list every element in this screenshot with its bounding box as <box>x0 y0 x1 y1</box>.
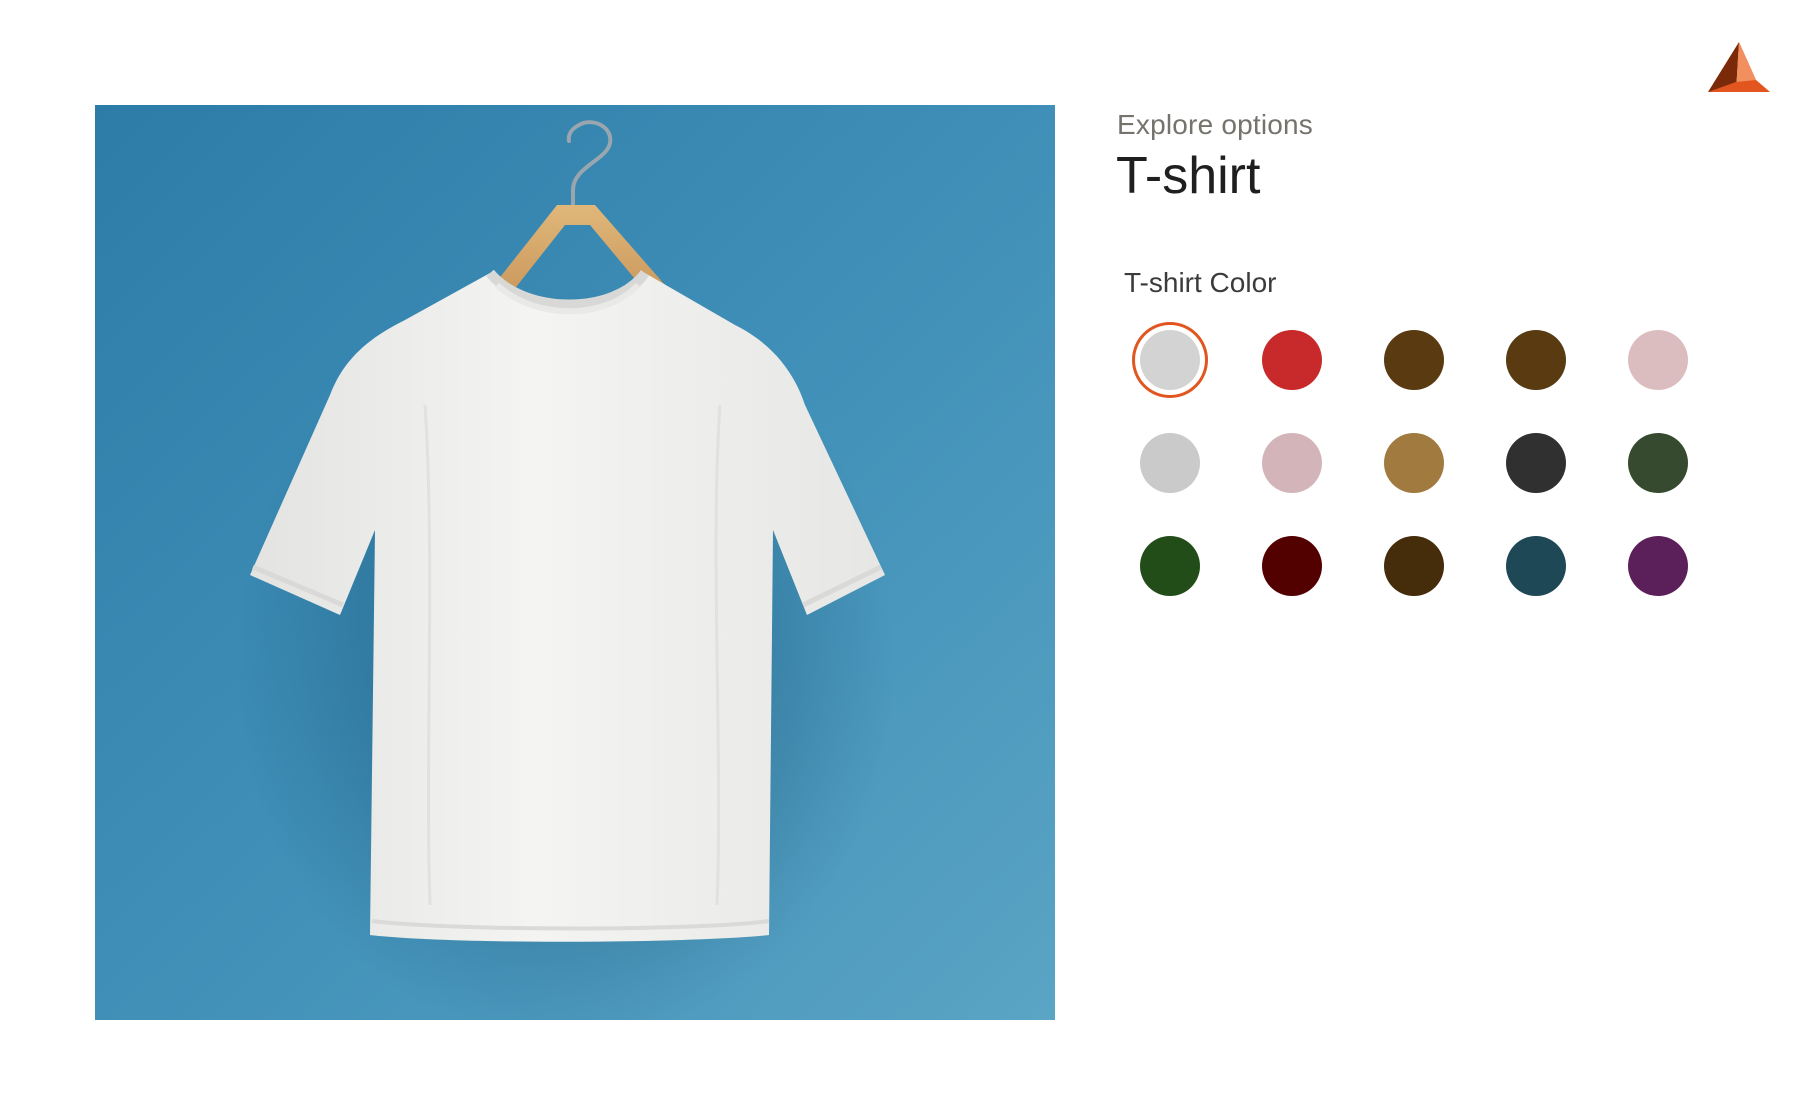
color-swatch[interactable] <box>1506 330 1566 390</box>
color-swatch[interactable] <box>1384 433 1444 493</box>
color-swatch[interactable] <box>1628 536 1688 596</box>
brand-logo <box>1708 40 1770 94</box>
tshirt-color-label: T-shirt Color <box>1124 267 1277 298</box>
color-swatch[interactable] <box>1506 433 1566 493</box>
color-swatch[interactable] <box>1262 536 1322 596</box>
color-swatch[interactable] <box>1140 433 1200 493</box>
color-swatch[interactable] <box>1140 330 1200 390</box>
product-image <box>95 105 1055 1020</box>
explore-options-label: Explore options <box>1117 109 1314 140</box>
color-swatch[interactable] <box>1384 536 1444 596</box>
color-swatch[interactable] <box>1628 433 1688 493</box>
pyramid-logo-icon <box>1708 42 1770 92</box>
color-swatch[interactable] <box>1506 536 1566 596</box>
color-swatch[interactable] <box>1262 433 1322 493</box>
page-title: T-shirt <box>1116 147 1261 205</box>
color-swatch[interactable] <box>1262 330 1322 390</box>
color-swatch[interactable] <box>1384 330 1444 390</box>
tshirt-on-hanger-image <box>95 105 1055 1020</box>
color-swatch[interactable] <box>1628 330 1688 390</box>
color-swatch-grid <box>1140 330 1700 596</box>
color-swatch[interactable] <box>1140 536 1200 596</box>
